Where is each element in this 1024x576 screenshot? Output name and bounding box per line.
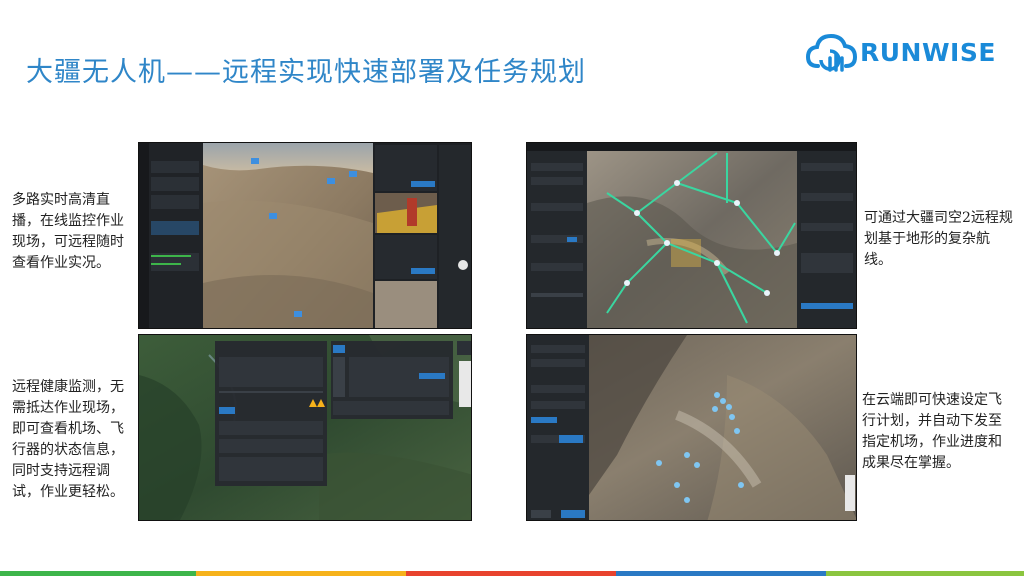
caption-route-planning: 可通过大疆司空2远程规划基于地形的复杂航线。 xyxy=(864,210,1013,268)
logo-text: RUNWISE xyxy=(860,38,996,67)
caption-live-stream: 多路实时高清直播，在线监控作业现场，可远程随时查看作业实况。 xyxy=(12,192,124,271)
caption-health-monitor: 远程健康监测，无需抵达作业现场，即可查看机场、飞行器的状态信息，同时支持远程调试… xyxy=(12,379,124,500)
runwise-logo: RUNWISE xyxy=(806,30,995,76)
footer-segment xyxy=(0,571,196,576)
footer-segment xyxy=(616,571,826,576)
footer-segment xyxy=(196,571,406,576)
screenshot-route-planning xyxy=(526,142,857,329)
screenshot-health-monitoring xyxy=(138,334,472,521)
cloud-logo-icon xyxy=(806,33,858,72)
footer-segment xyxy=(406,571,616,576)
caption-flight-plan: 在云端即可快速设定飞行计划，并自动下发至指定机场，作业进度和成果尽在掌握。 xyxy=(862,392,1002,471)
footer-color-bar xyxy=(0,571,1024,576)
screenshot-live-monitoring xyxy=(138,142,472,329)
slide-title: 大疆无人机——远程实现快速部署及任务规划 xyxy=(26,57,586,88)
screenshot-flight-plan xyxy=(526,334,857,521)
footer-segment xyxy=(826,571,1024,576)
